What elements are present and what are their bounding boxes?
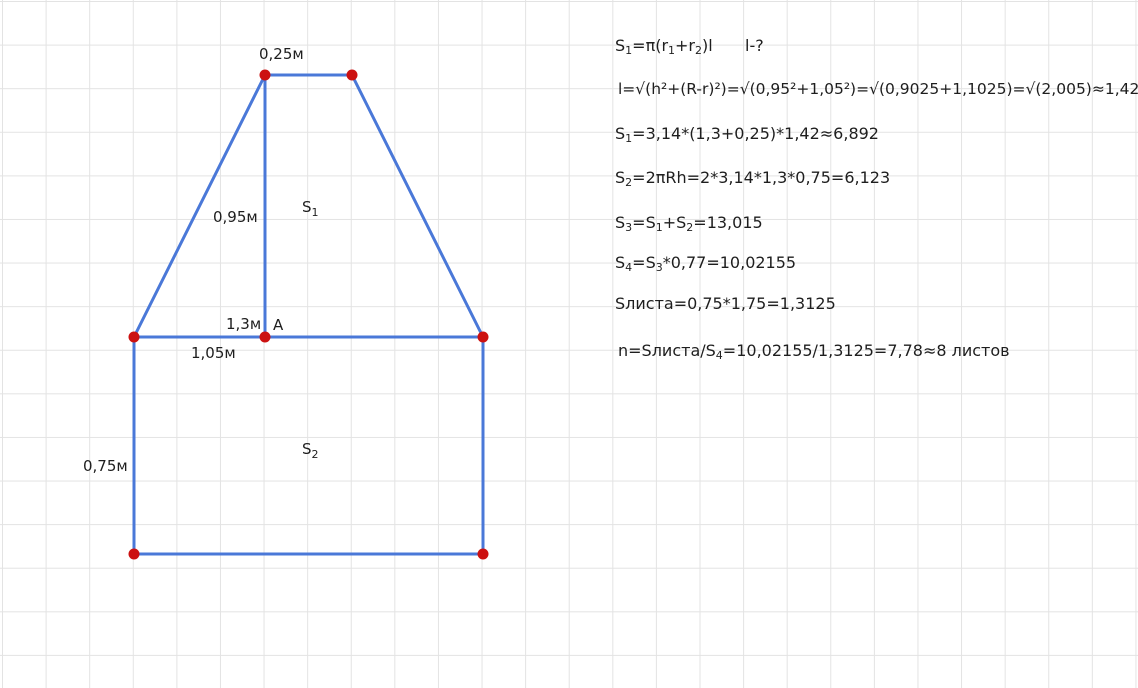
label-r-big: 1,3м [226, 315, 261, 333]
label-s1-main: S [302, 198, 312, 216]
label-s1: S1 [302, 198, 319, 219]
vertex-bottom-left [128, 548, 140, 560]
label-cone-height: 0,95м [213, 208, 258, 226]
label-s2: S2 [302, 440, 319, 461]
label-slant-base: 1,05м [191, 344, 236, 362]
cone-left-slant [132, 73, 267, 339]
cone-right-slant [350, 73, 485, 339]
label-s2-main: S [302, 440, 312, 458]
geometry-figure: 0,25м 0,95м S1 1,3м A 1,05м S2 0,75м [83, 45, 489, 560]
label-top-width: 0,25м [259, 45, 304, 63]
label-s2-sub: 2 [312, 448, 319, 461]
vertex-middle-right [477, 331, 489, 343]
label-point-a: A [273, 316, 284, 334]
vertex-middle-left [128, 331, 140, 343]
vertex-top-right [346, 69, 358, 81]
label-s1-sub: 1 [312, 206, 319, 219]
vertex-top-left [259, 69, 271, 81]
vertex-bottom-right [477, 548, 489, 560]
vertex-point-a [259, 331, 271, 343]
label-cylinder-height: 0,75м [83, 457, 128, 475]
